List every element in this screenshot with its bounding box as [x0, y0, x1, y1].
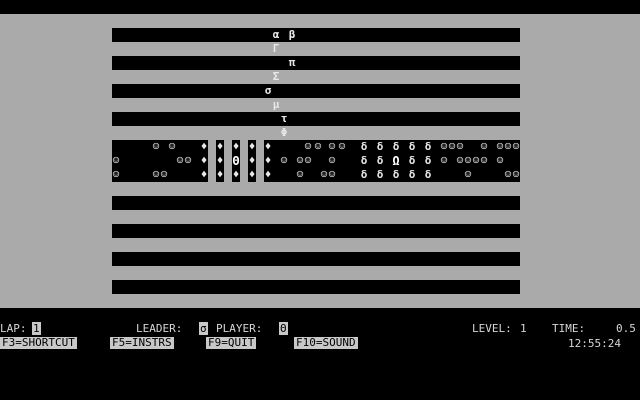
delta-racer: δ	[408, 140, 416, 153]
delta-racer: δ	[408, 168, 416, 181]
delta-racer: δ	[376, 140, 384, 153]
track-lane	[112, 28, 520, 42]
obstacle-face-icon: ☺	[168, 140, 176, 153]
obstacle-face-icon: ☺	[480, 140, 488, 153]
delta-racer: δ	[392, 168, 400, 181]
track-lane	[112, 112, 520, 126]
delta-racer: δ	[392, 140, 400, 153]
obstacle-face-icon: ☺	[464, 168, 472, 181]
delta-racer: δ	[376, 154, 384, 167]
track-lane	[112, 252, 520, 266]
delta-racer: δ	[360, 140, 368, 153]
racer-sigma: σ	[264, 84, 272, 97]
leader-value: σ	[199, 322, 208, 335]
fence-diamond-icon: ♦	[232, 168, 240, 181]
racer-phi: Φ	[280, 126, 288, 139]
leader-racer: Ω	[392, 154, 400, 168]
fence-diamond-icon: ♦	[264, 140, 272, 153]
track-lane	[112, 56, 520, 70]
lap-label: LAP:	[0, 322, 27, 335]
player-value-text: Θ	[279, 322, 288, 335]
player-label: PLAYER:	[216, 322, 263, 335]
obstacle-face-icon: ☺	[480, 154, 488, 167]
racer-sigma-upper: Σ	[272, 70, 280, 83]
racer-alpha: α	[272, 28, 280, 41]
obstacle-face-icon: ☺	[112, 154, 120, 167]
racer-tau: τ	[280, 112, 288, 125]
racer-mu: µ	[272, 98, 280, 111]
fence-diamond-icon: ♦	[264, 154, 272, 167]
obstacle-face-icon: ☺	[296, 168, 304, 181]
obstacle-face-icon: ☺	[314, 140, 322, 153]
instructions-key-button[interactable]: F5=INSTRS	[110, 337, 174, 349]
clock: 12:55:24	[568, 337, 621, 350]
obstacle-face-icon: ☺	[328, 168, 336, 181]
fence-diamond-icon: ♦	[216, 154, 224, 167]
fence-diamond-icon: ♦	[216, 140, 224, 153]
race-field: α β Γ π Σ σ µ τ Φ ☺ ☺ ♦ ♦ ♦ ♦ ♦ ☺ ☺ ☺ ☺ …	[0, 14, 640, 308]
time-label: TIME:	[552, 322, 586, 335]
delta-racer: δ	[424, 140, 432, 153]
delta-racer: δ	[424, 154, 432, 167]
obstacle-face-icon: ☺	[456, 140, 464, 153]
fence-diamond-icon: ♦	[200, 154, 208, 167]
level-value: 1	[520, 322, 527, 335]
fence-diamond-icon: ♦	[248, 140, 256, 153]
quit-key-button[interactable]: F9=QUIT	[206, 337, 257, 349]
delta-racer: δ	[408, 154, 416, 167]
obstacle-face-icon: ☺	[440, 154, 448, 167]
player-racer: Θ	[232, 154, 240, 168]
lap-value: 1	[32, 322, 41, 335]
obstacle-face-icon: ☺	[280, 154, 288, 167]
fence-diamond-icon: ♦	[200, 168, 208, 181]
racer-gamma: Γ	[272, 42, 280, 55]
fence-diamond-icon: ♦	[216, 168, 224, 181]
obstacle-face-icon: ☺	[328, 154, 336, 167]
fence-diamond-icon: ♦	[248, 154, 256, 167]
obstacle-face-icon: ☺	[304, 154, 312, 167]
leader-value-text: σ	[199, 322, 208, 335]
delta-racer: δ	[376, 168, 384, 181]
shortcut-key-button[interactable]: F3=SHORTCUT	[0, 337, 77, 349]
obstacle-face-icon: ☺	[152, 140, 160, 153]
racer-pi: π	[288, 56, 296, 69]
obstacle-face-icon: ☺	[184, 154, 192, 167]
fence-diamond-icon: ♦	[264, 168, 272, 181]
racer-beta: β	[288, 28, 296, 41]
track-lane	[112, 196, 520, 210]
time-value: 0.5	[616, 322, 636, 335]
sound-key-button[interactable]: F10=SOUND	[294, 337, 358, 349]
obstacle-face-icon: ☺	[512, 140, 520, 153]
track-lane	[112, 84, 520, 98]
obstacle-face-icon: ☺	[496, 154, 504, 167]
leader-label: LEADER:	[136, 322, 183, 335]
fence-diamond-icon: ♦	[232, 140, 240, 153]
level-label: LEVEL:	[472, 322, 512, 335]
obstacle-face-icon: ☺	[338, 140, 346, 153]
lap-value-text: 1	[32, 322, 41, 335]
player-value: Θ	[279, 322, 288, 335]
track-lane	[112, 224, 520, 238]
obstacle-face-icon: ☺	[512, 168, 520, 181]
obstacle-face-icon: ☺	[112, 168, 120, 181]
fence-diamond-icon: ♦	[248, 168, 256, 181]
delta-racer: δ	[424, 168, 432, 181]
obstacle-face-icon: ☺	[160, 168, 168, 181]
fence-diamond-icon: ♦	[200, 140, 208, 153]
delta-racer: δ	[360, 168, 368, 181]
delta-racer: δ	[360, 154, 368, 167]
track-lane	[112, 280, 520, 294]
game-screen: α β Γ π Σ σ µ τ Φ ☺ ☺ ♦ ♦ ♦ ♦ ♦ ☺ ☺ ☺ ☺ …	[0, 0, 640, 400]
